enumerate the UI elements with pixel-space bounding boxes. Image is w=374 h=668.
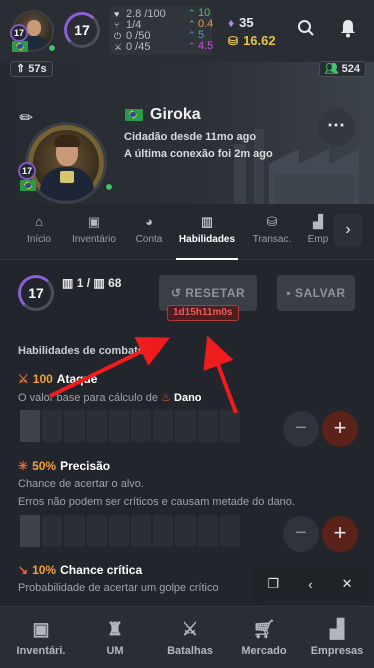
- cart-icon: 🛒︎: [252, 619, 276, 639]
- profile-name: Giroka: [150, 106, 201, 123]
- close-icon[interactable]: ✕: [342, 576, 353, 592]
- last-connection: A última conexão foi 2m ago: [124, 148, 273, 160]
- level-ring[interactable]: 17: [64, 12, 100, 48]
- home-icon: ⌂: [35, 214, 43, 229]
- annotation-arrow-right: [203, 335, 238, 414]
- coins-icon: ⛁: [266, 214, 278, 229]
- precision-plus-button[interactable]: +: [322, 516, 358, 552]
- fight-icon: ⚔: [114, 41, 123, 52]
- top-status-bar: 17 17 ♥ 2.8 /100 ⑂ 1/4 ⏻ 0 /50 ⚔ 0 /45 ⌃ 10 ⌃…: [0, 0, 374, 62]
- tabs-next-button[interactable]: ›: [334, 214, 362, 246]
- arrow-up-icon: ⌃: [188, 41, 196, 51]
- portrait-level-badge: 17: [18, 162, 36, 180]
- attack-minus-button[interactable]: −: [283, 411, 319, 447]
- arrow-up-icon: ⌃: [188, 30, 196, 40]
- floppy-disk-icon: ▪: [286, 286, 292, 300]
- bell-icon[interactable]: [335, 18, 361, 44]
- skill-crit-desc: Probabilidade de acertar um golpe crític…: [18, 582, 219, 594]
- skill-attack-desc: O valor base para cálculo de ♨ Dano: [18, 392, 202, 404]
- bottom-navigation: ▣ Inventári. ♜ UM ⚔ Batalhas 🛒︎ Mercado …: [0, 606, 374, 668]
- more-options-button[interactable]: ⋯: [317, 108, 355, 146]
- tab-conta[interactable]: ◕ Conta: [130, 204, 168, 260]
- delta-fight: ⌃ 4.5: [188, 40, 214, 52]
- chevron-left-icon[interactable]: ‹: [308, 577, 312, 592]
- nav-inventario[interactable]: ▣ Inventári.: [8, 607, 74, 668]
- nav-batalhas[interactable]: ⚔ Batalhas: [160, 607, 220, 668]
- stat-fight: ⚔ 0 /45: [114, 40, 151, 53]
- combat-skills-title: Habilidades de combate: [18, 345, 144, 357]
- factory-icon: ▟: [313, 214, 323, 229]
- piggy-bank-icon: ◕: [145, 214, 153, 229]
- arrow-up-icon: ⌃: [188, 8, 196, 18]
- online-users-badge[interactable]: 👥︎ 524: [318, 61, 366, 77]
- skill-attack-title: ⚔ 100 Ataque: [18, 372, 98, 386]
- book-icon: ▥: [62, 276, 74, 290]
- fire-icon: ♨: [161, 392, 171, 404]
- search-icon[interactable]: [293, 18, 319, 44]
- skill-precision-title: ✳ 50% Precisão: [18, 459, 111, 473]
- swords-icon: ⚔: [181, 619, 199, 639]
- online-status-dot: [48, 44, 56, 52]
- avatar-level-badge: 17: [10, 24, 28, 42]
- precision-minus-button[interactable]: −: [283, 516, 319, 552]
- reset-cooldown-timer: 1d15h11m0s: [167, 305, 239, 321]
- double-chevron-icon: ⇑: [16, 63, 26, 75]
- name-flag-icon: [125, 109, 143, 121]
- attack-plus-button[interactable]: +: [322, 411, 358, 447]
- country-flag-icon: [12, 41, 28, 52]
- crosshair-icon: ✳: [18, 459, 29, 473]
- tower-icon: ♜: [106, 619, 124, 639]
- floating-toolbar: ❐ ‹ ✕: [253, 567, 367, 601]
- users-icon: 👥︎: [324, 63, 339, 75]
- sword-icon: ⚔: [18, 372, 29, 386]
- factory-icon: ▟: [330, 619, 344, 639]
- stat-health: ♥ 2.8 /100: [114, 7, 166, 20]
- portrait-flag-icon: [20, 180, 36, 191]
- copy-icon[interactable]: ❐: [268, 576, 280, 592]
- skill-precision-desc-2: Erros não podem ser críticos e causam me…: [18, 496, 295, 508]
- skills-level-ring: 17: [18, 275, 54, 311]
- tab-empresas[interactable]: ▟ Emp: [306, 204, 330, 260]
- backpack-icon: ▣: [32, 619, 50, 639]
- reset-icon: ↺: [170, 286, 182, 300]
- book-icon: ▥: [200, 214, 214, 229]
- profile-tabs: ⌂ Início ▣ Inventário ◕ Conta ▥ Habilida…: [0, 204, 374, 260]
- stats-deltas: ⌃ 10 ⌃ 0.4 ⌃ 5 ⌃ 4.5: [188, 8, 213, 52]
- stat-energy: ⏻ 0 /50: [114, 29, 151, 42]
- nav-um[interactable]: ♜ UM: [88, 607, 142, 668]
- portrait-online-dot: [105, 183, 113, 191]
- gems-counter[interactable]: ♦ 35: [228, 15, 254, 30]
- gold-counter[interactable]: ⛁ 16.62: [228, 33, 276, 48]
- tab-inicio[interactable]: ⌂ Início: [18, 204, 60, 260]
- app-root: 17 17 ♥ 2.8 /100 ⑂ 1/4 ⏻ 0 /50 ⚔ 0 /45 ⌃ 10 ⌃…: [0, 0, 374, 668]
- bag-icon: ▣: [87, 214, 101, 229]
- book-icon: ▥: [93, 276, 105, 290]
- skill-precision-bar: [20, 515, 241, 547]
- save-button[interactable]: ▪ SALVAR: [277, 275, 355, 311]
- stats-values: ♥ 2.8 /100 ⑂ 1/4 ⏻ 0 /50 ⚔ 0 /45: [114, 7, 166, 53]
- refresh-timer-badge: ⇑ 57s: [10, 61, 53, 77]
- citizen-since: Cidadão desde 11mo ago: [124, 131, 257, 143]
- arrow-up-icon: ⌃: [188, 19, 196, 29]
- tab-transac[interactable]: ⛁ Transac.: [246, 204, 298, 260]
- skill-attack-bar: [20, 410, 241, 442]
- tab-inventario[interactable]: ▣ Inventário: [66, 204, 122, 260]
- gem-icon: ♦: [228, 15, 235, 30]
- gold-coins-icon: ⛁: [228, 33, 239, 48]
- nav-empresas[interactable]: ▟ Empresas: [306, 607, 368, 668]
- skill-precision-desc-1: Chance de acertar o alvo.: [18, 478, 144, 490]
- critical-hit-icon: ↘: [18, 563, 29, 577]
- skill-crit-title: ↘ 10% Chance crítica: [18, 563, 143, 577]
- stat-food: ⑂ 1/4: [114, 18, 142, 31]
- profile-portrait[interactable]: [25, 122, 107, 204]
- nav-mercado[interactable]: 🛒︎ Mercado: [234, 607, 294, 668]
- skill-points: ▥ 1 / ▥ 68: [62, 276, 122, 290]
- tab-habilidades[interactable]: ▥ Habilidades: [174, 204, 240, 260]
